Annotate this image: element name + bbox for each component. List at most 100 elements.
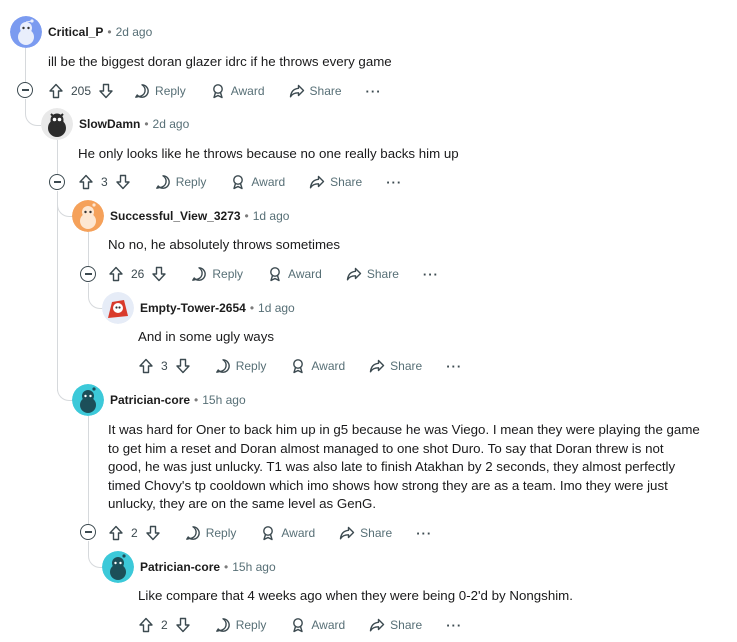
reply-label: Reply	[155, 84, 186, 98]
vote-count: 205	[71, 84, 92, 98]
reply-button[interactable]: Reply	[134, 83, 186, 99]
collapse-thread-button[interactable]	[17, 82, 33, 98]
avatar[interactable]	[102, 551, 134, 583]
comment-actions: 3 Reply Award Share ···	[138, 354, 462, 378]
separator-dot: •	[224, 560, 229, 574]
award-label: Award	[311, 618, 346, 632]
timestamp[interactable]: 15h ago	[202, 393, 245, 407]
collapse-thread-button[interactable]	[80, 266, 96, 282]
share-label: Share	[390, 359, 423, 373]
username[interactable]: SlowDamn	[79, 117, 140, 131]
comment-actions: 205 Reply Award Share ···	[48, 79, 382, 103]
timestamp[interactable]: 2d ago	[116, 25, 153, 39]
share-label: Share	[309, 84, 342, 98]
timestamp[interactable]: 1d ago	[258, 301, 295, 315]
share-icon	[289, 84, 304, 98]
comment-line: good, he was just unlucky. T1 was also l…	[108, 459, 676, 474]
more-options-button[interactable]: ···	[446, 618, 462, 633]
reply-button[interactable]: Reply	[215, 617, 266, 633]
upvote-icon[interactable]	[138, 617, 154, 633]
share-icon	[369, 618, 385, 632]
vote-count: 2	[161, 618, 168, 632]
vote-count: 26	[131, 267, 145, 281]
award-button[interactable]: Award	[290, 617, 345, 633]
share-icon	[346, 267, 362, 281]
upvote-icon[interactable]	[108, 266, 124, 282]
downvote-icon[interactable]	[98, 83, 114, 99]
share-button[interactable]: Share	[289, 83, 342, 99]
comment-icon	[215, 359, 230, 373]
award-button[interactable]: Award	[230, 174, 285, 190]
upvote-icon[interactable]	[78, 174, 94, 190]
more-options-button[interactable]: ···	[423, 267, 439, 282]
upvote-icon[interactable]	[108, 525, 124, 541]
share-icon	[309, 175, 325, 189]
reply-button[interactable]: Reply	[185, 525, 236, 541]
timestamp[interactable]: 1d ago	[253, 209, 290, 223]
username[interactable]: Successful_View_3273	[110, 209, 241, 223]
share-button[interactable]: Share	[346, 266, 399, 282]
avatar[interactable]	[72, 384, 104, 416]
downvote-icon[interactable]	[175, 358, 191, 374]
collapse-thread-button[interactable]	[49, 174, 65, 190]
comment-actions: 2 Reply Award Share ···	[138, 613, 462, 637]
share-label: Share	[366, 267, 399, 281]
award-icon	[293, 618, 304, 633]
username[interactable]: Critical_P	[48, 25, 103, 39]
reply-button[interactable]: Reply	[215, 358, 267, 374]
comment-body: It was hard for Oner to back him up in g…	[108, 421, 700, 514]
vote-count: 2	[131, 526, 138, 540]
reply-label: Reply	[235, 359, 267, 373]
reply-button[interactable]: Reply	[155, 174, 206, 190]
share-label: Share	[390, 618, 423, 632]
comment-line: Like compare that 4 weeks ago when they …	[138, 588, 573, 603]
share-button[interactable]: Share	[369, 617, 422, 633]
downvote-icon[interactable]	[115, 174, 131, 190]
award-button[interactable]: Award	[290, 358, 345, 374]
downvote-icon[interactable]	[145, 525, 161, 541]
more-options-button[interactable]: ···	[416, 526, 432, 541]
comment-body: He only looks like he throws because no …	[78, 145, 459, 164]
downvote-icon[interactable]	[175, 617, 191, 633]
comment-icon	[155, 175, 170, 189]
award-icon	[233, 175, 244, 190]
more-options-button[interactable]: ···	[386, 175, 402, 190]
downvote-icon[interactable]	[151, 266, 167, 282]
reply-button[interactable]: Reply	[191, 266, 243, 282]
username[interactable]: Patrician-core	[110, 393, 190, 407]
timestamp[interactable]: 15h ago	[232, 560, 275, 574]
share-button[interactable]: Share	[369, 358, 422, 374]
more-options-button[interactable]: ···	[446, 359, 462, 374]
separator-dot: •	[249, 301, 255, 315]
vote-count: 3	[101, 175, 108, 189]
award-button[interactable]: Award	[260, 525, 315, 541]
avatar[interactable]	[41, 108, 73, 140]
share-button[interactable]: Share	[309, 174, 362, 190]
comment-actions: 3 Reply Award Share ···	[78, 170, 402, 194]
comment-icon	[185, 526, 200, 540]
share-button[interactable]: Share	[339, 525, 392, 541]
comment-icon	[215, 618, 230, 632]
separator-dot: •	[107, 25, 112, 39]
separator-dot: •	[244, 209, 249, 223]
more-options-button[interactable]: ···	[366, 84, 382, 99]
collapse-thread-button[interactable]	[80, 524, 96, 540]
comment-line: No no, he absolutely throws sometimes	[108, 237, 341, 252]
upvote-icon[interactable]	[138, 358, 154, 374]
award-label: Award	[311, 359, 346, 373]
avatar[interactable]	[102, 292, 134, 324]
username[interactable]: Empty-Tower-2654	[140, 301, 246, 315]
award-icon	[270, 267, 280, 282]
upvote-icon[interactable]	[48, 83, 64, 99]
award-button[interactable]: Award	[210, 83, 265, 99]
comment-actions: 26 Reply Award Share ···	[108, 262, 439, 286]
comment-line: to get him a reset and Doran almost mana…	[108, 440, 664, 456]
avatar[interactable]	[10, 16, 42, 48]
avatar[interactable]	[72, 200, 104, 232]
comment-line: And in some ugly ways	[138, 329, 274, 344]
award-button[interactable]: Award	[267, 266, 322, 282]
username[interactable]: Patrician-core	[140, 560, 220, 574]
share-label: Share	[360, 526, 393, 540]
timestamp[interactable]: 2d ago	[153, 117, 190, 131]
comment-line: He only looks like he throws because no …	[78, 146, 459, 161]
